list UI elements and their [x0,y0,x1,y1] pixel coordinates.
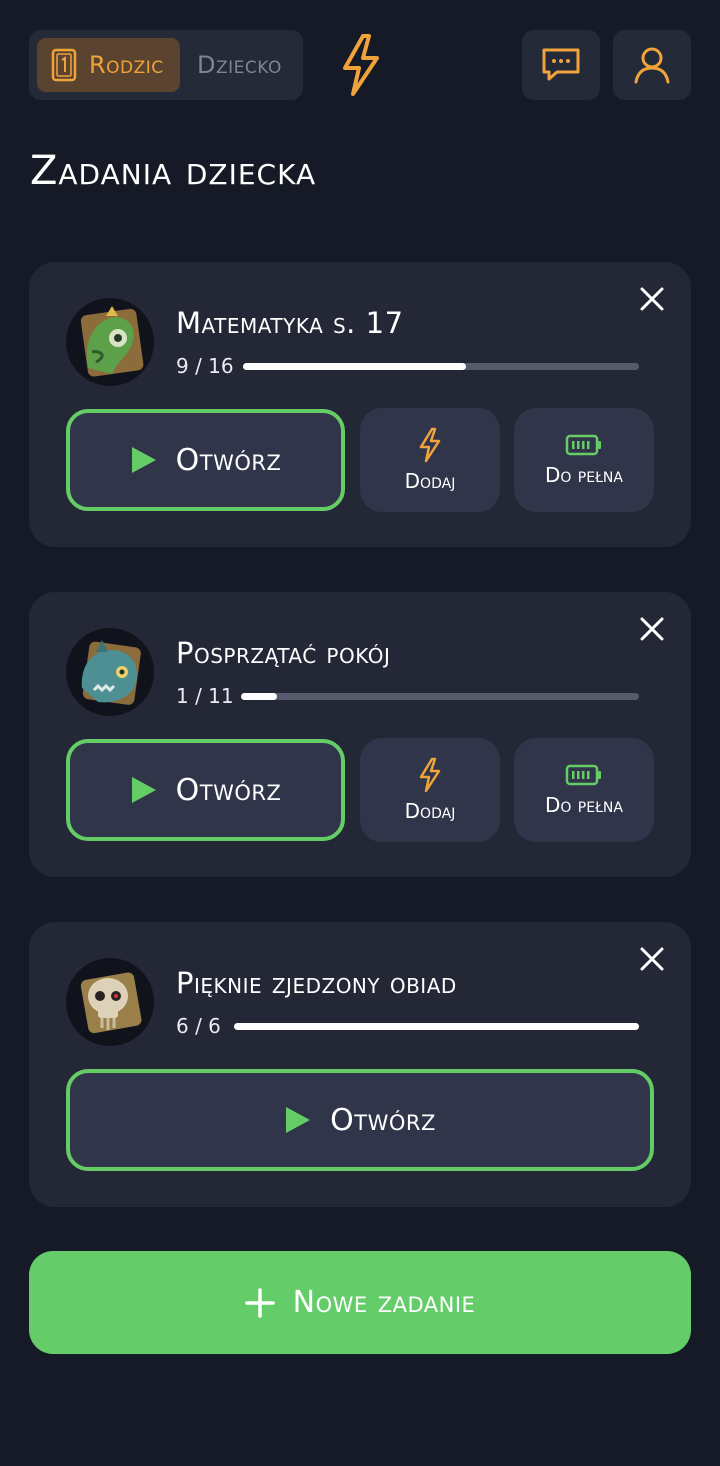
play-icon [131,777,156,803]
page-title: Zadania dziecka [30,148,317,194]
task-title: Matematyka s. 17 [176,306,404,340]
new-task-button[interactable]: Nowe zadanie [29,1251,691,1354]
fill-energy-button[interactable]: Do pełna [514,738,654,842]
task-progress-fill [234,1023,639,1030]
add-energy-button[interactable]: Dodaj [360,738,500,842]
parent-card-icon [51,48,77,82]
close-icon [640,947,664,971]
delete-task-button[interactable] [635,612,669,646]
blue-fish-monster-avatar [81,640,141,705]
add-energy-label: Dodaj [404,799,456,823]
chat-button[interactable] [522,30,600,100]
task-progress-fill [241,693,277,700]
task-progress-count: 9 / 16 [176,354,234,378]
profile-button[interactable] [613,30,691,100]
open-task-button[interactable]: Otwórz [66,739,345,841]
new-task-label: Nowe zadanie [292,1285,476,1320]
task-card: Matematyka s. 17 9 / 16 Otwórz Dodaj Do … [29,262,691,547]
fill-energy-label: Do pełna [545,793,623,817]
mode-tab-parent[interactable]: Rodzic [37,38,180,92]
task-progress-count: 6 / 6 [176,1014,221,1038]
task-progress-fill [243,363,466,370]
mode-tab-child-label: Dziecko [197,51,282,79]
open-task-button[interactable]: Otwórz [66,409,345,511]
lightning-bolt-icon [419,427,441,463]
task-progress-bar [243,363,639,370]
task-card: Pięknie zjedzony obiad 6 / 6 Otwórz [29,922,691,1207]
lightning-bolt-icon [343,34,379,96]
close-icon [640,617,664,641]
task-avatar [66,298,154,386]
green-lizard-monster-avatar [80,306,144,377]
chat-icon [542,48,580,81]
fill-energy-button[interactable]: Do pełna [514,408,654,512]
task-progress-bar [241,693,639,700]
open-task-label: Otwórz [175,772,282,808]
lightning-bolt-icon [419,757,441,793]
page: Rodzic Dziecko Zadania dziecka Matematyk… [0,0,720,1466]
task-card: Posprzątać pokój 1 / 11 Otwórz Dodaj Do … [29,592,691,877]
task-avatar [66,958,154,1046]
mode-tab-parent-label: Rodzic [89,51,164,79]
delete-task-button[interactable] [635,942,669,976]
close-icon [640,287,664,311]
play-icon [286,1107,311,1133]
fill-energy-label: Do pełna [545,463,623,487]
open-task-button[interactable]: Otwórz [66,1069,654,1171]
delete-task-button[interactable] [635,282,669,316]
plus-icon [244,1287,275,1318]
task-title: Posprzątać pokój [176,636,391,670]
battery-full-icon [565,764,601,786]
open-task-label: Otwórz [175,442,282,478]
skull-monster-avatar [80,972,142,1034]
open-task-label: Otwórz [330,1102,436,1138]
task-title: Pięknie zjedzony obiad [176,966,457,1000]
user-icon [634,47,670,84]
mode-toggle: Rodzic Dziecko [29,30,303,100]
task-avatar [66,628,154,716]
play-icon [131,447,156,473]
task-progress-count: 1 / 11 [176,684,234,708]
battery-full-icon [565,434,601,456]
add-energy-label: Dodaj [404,469,456,493]
add-energy-button[interactable]: Dodaj [360,408,500,512]
task-progress-bar [234,1023,639,1030]
mode-tab-child[interactable]: Dziecko [197,38,297,92]
